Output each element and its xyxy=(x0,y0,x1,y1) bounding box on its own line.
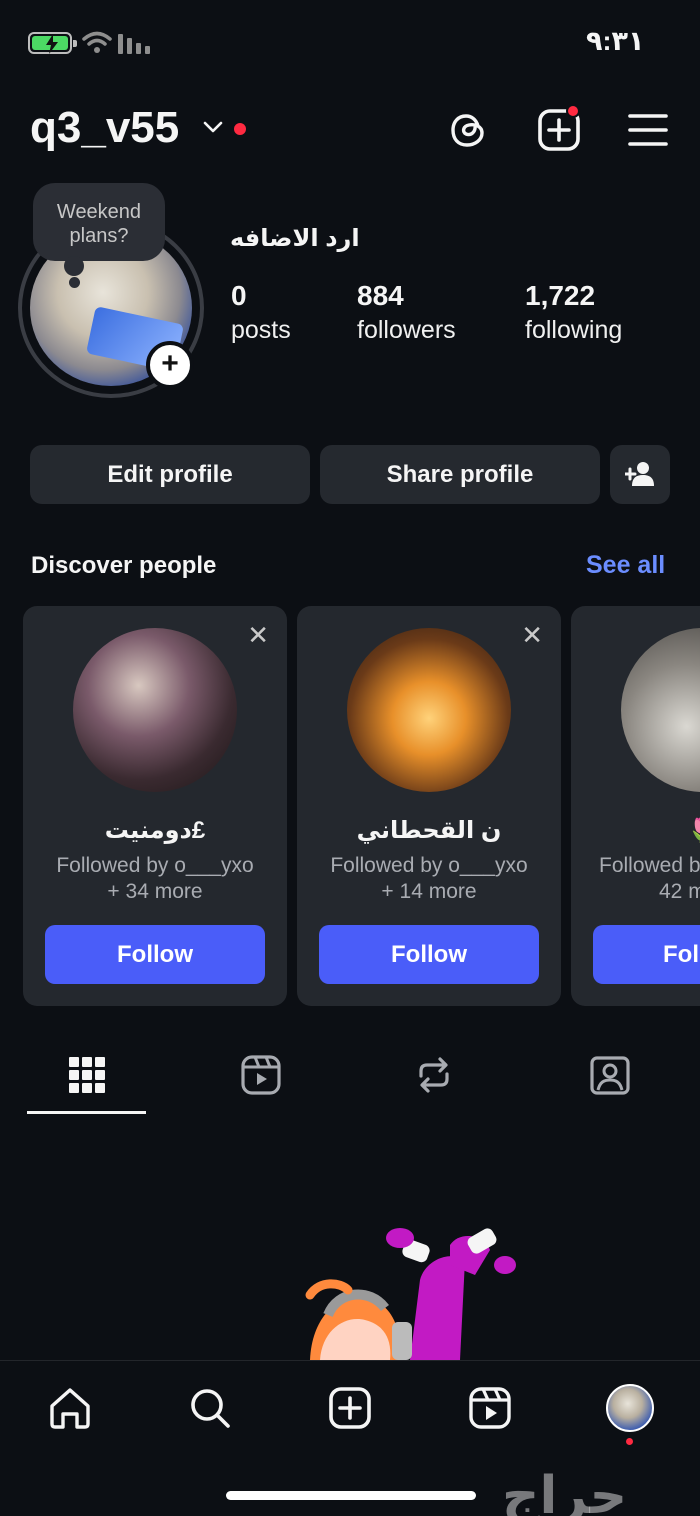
share-profile-button[interactable]: Share profile xyxy=(320,445,600,504)
discover-people-button[interactable] xyxy=(610,445,670,504)
suggestion-followed-by: Followed by o___yxo xyxy=(56,854,254,877)
add-story-plus-icon[interactable]: + xyxy=(146,341,194,389)
suggestion-more: + 34 more xyxy=(107,880,203,903)
suggestion-followed-by: Followed b xyxy=(599,854,700,877)
posts-count: 0 xyxy=(231,280,247,311)
follow-button[interactable]: Fol xyxy=(593,925,700,984)
note-bubble[interactable]: Weekend plans? xyxy=(33,183,165,261)
add-user-icon xyxy=(623,462,654,486)
create-post-icon[interactable] xyxy=(328,1386,372,1430)
discover-people-title: Discover people xyxy=(31,552,217,579)
suggestion-card[interactable]: ✕ دومنيت£ Followed by o___yxo + 34 more … xyxy=(23,606,287,1006)
reels-nav-icon[interactable] xyxy=(468,1386,512,1430)
create-notification-dot xyxy=(566,104,580,118)
close-icon[interactable]: ✕ xyxy=(521,620,543,651)
suggestion-followed-by: Followed by o___yxo xyxy=(330,854,528,877)
tagged-icon[interactable] xyxy=(589,1054,631,1096)
suggestion-name: دومنيت£ xyxy=(104,817,206,844)
empty-posts-illustration xyxy=(305,1228,516,1360)
profile-notification-dot xyxy=(626,1438,633,1445)
suggestion-more: 42 m xyxy=(659,880,700,903)
watermark: حراج xyxy=(502,1466,628,1516)
battery-icon xyxy=(28,32,77,54)
edit-profile-button[interactable]: Edit profile xyxy=(30,445,310,504)
suggestion-card[interactable]: ✕ ن القحطاني Followed by o___yxo + 14 mo… xyxy=(297,606,561,1006)
reposts-icon[interactable] xyxy=(413,1054,455,1096)
chevron-down-icon[interactable] xyxy=(202,119,224,135)
active-tab-indicator xyxy=(27,1111,146,1114)
menu-icon[interactable] xyxy=(626,108,670,152)
see-all-link[interactable]: See all xyxy=(586,551,665,580)
profile-nav-avatar[interactable] xyxy=(606,1384,654,1432)
bottom-nav-divider xyxy=(0,1360,700,1361)
follow-button[interactable]: Follow xyxy=(45,925,265,984)
username-switcher[interactable]: q3_v55 xyxy=(30,103,179,153)
note-bubble-tail-small xyxy=(69,277,80,288)
following-count[interactable]: 1,722 xyxy=(525,280,595,312)
following-label[interactable]: following xyxy=(525,316,622,345)
threads-icon[interactable] xyxy=(447,108,491,152)
posts-label: posts xyxy=(231,316,291,344)
search-icon[interactable] xyxy=(188,1386,232,1430)
suggestion-avatar[interactable] xyxy=(73,628,237,792)
grid-icon[interactable] xyxy=(66,1054,108,1096)
account-notification-dot xyxy=(234,123,246,135)
wifi-icon xyxy=(82,31,112,53)
status-time: ٩:٣١ xyxy=(586,26,645,56)
suggestion-avatar[interactable] xyxy=(347,628,511,792)
suggestion-card[interactable]: 🌷 Followed b 42 m Fol xyxy=(571,606,700,1006)
close-icon[interactable]: ✕ xyxy=(247,620,269,651)
note-bubble-tail xyxy=(64,256,84,276)
suggestion-name: ن القحطاني xyxy=(356,817,502,844)
reels-icon[interactable] xyxy=(240,1054,282,1096)
home-icon[interactable] xyxy=(48,1386,92,1430)
profile-bio: ارد الاضافه xyxy=(230,225,360,252)
suggestion-name: 🌷 xyxy=(687,816,700,845)
followers-count[interactable]: 884 xyxy=(357,280,404,312)
signal-icon xyxy=(118,34,150,54)
followers-label[interactable]: followers xyxy=(357,316,456,345)
home-indicator[interactable] xyxy=(226,1491,476,1500)
suggestion-avatar[interactable] xyxy=(621,628,700,792)
follow-button[interactable]: Follow xyxy=(319,925,539,984)
suggestion-more: + 14 more xyxy=(381,880,477,903)
